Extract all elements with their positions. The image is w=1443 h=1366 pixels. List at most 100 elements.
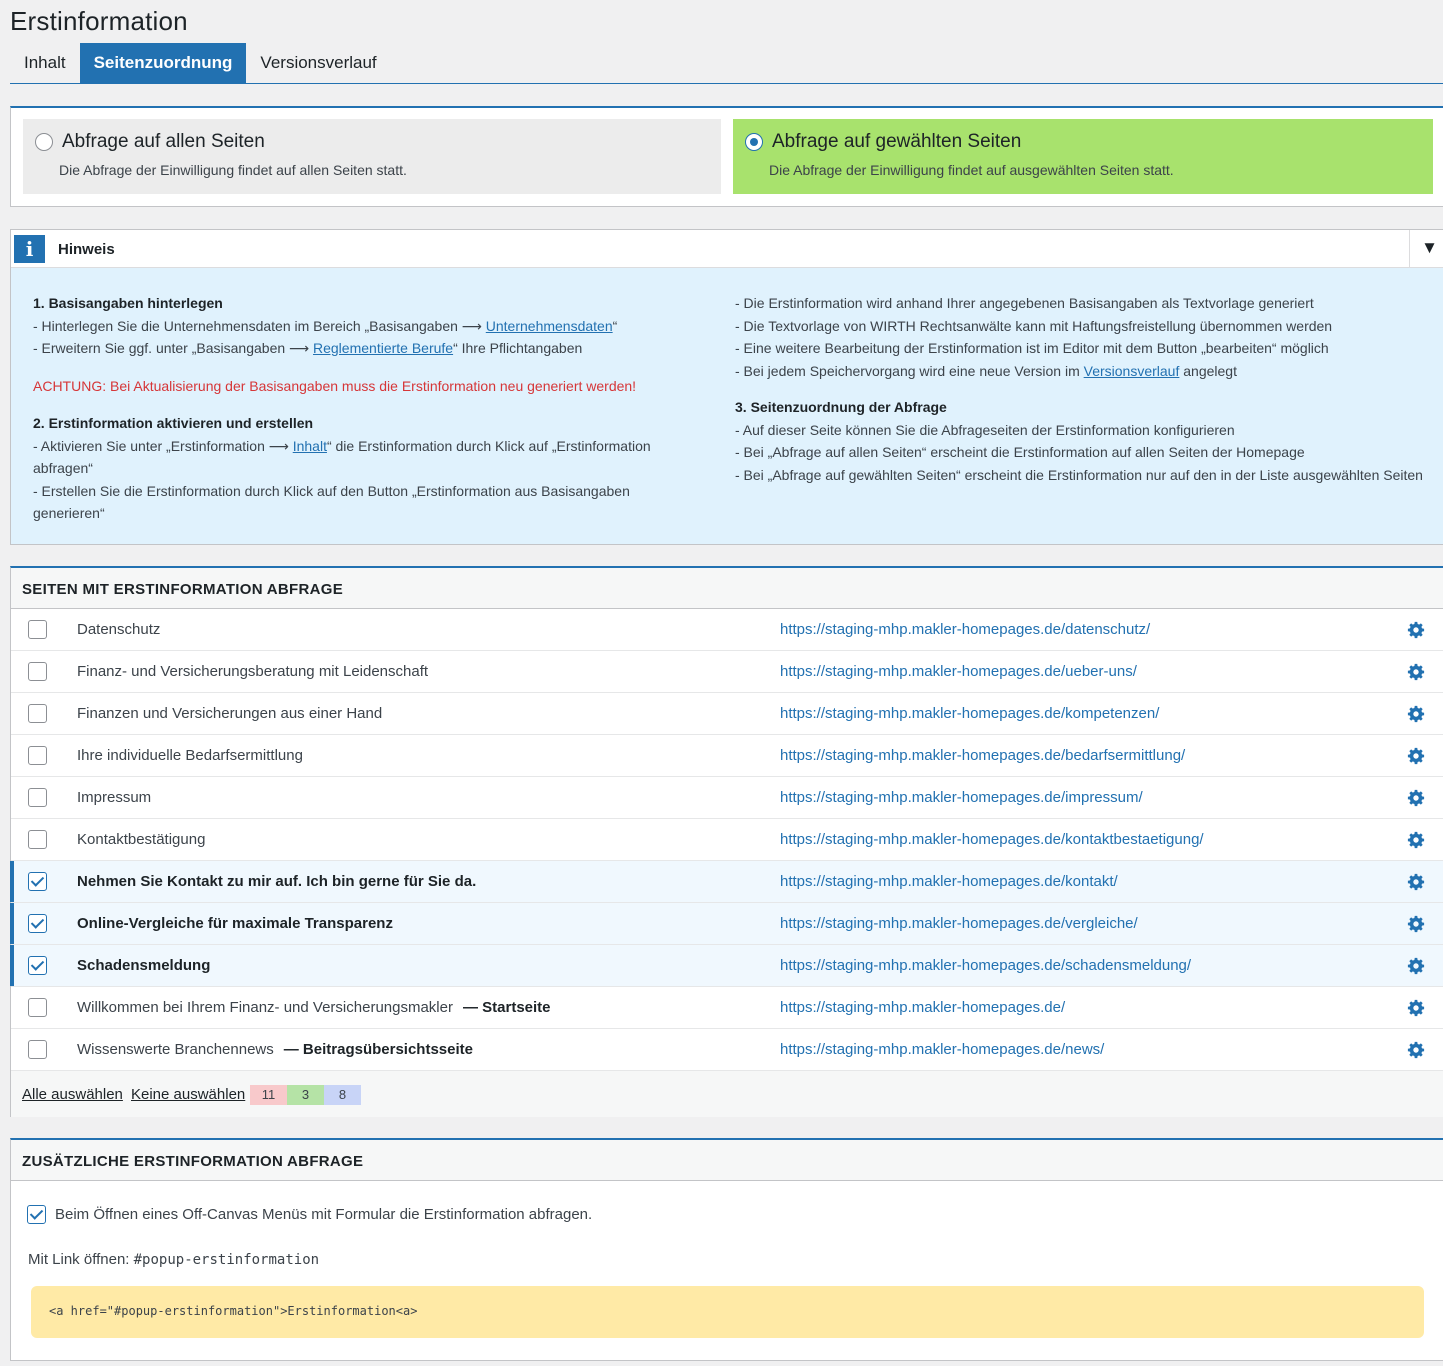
count-unselected-badge: 8 — [324, 1085, 361, 1105]
offcanvas-option[interactable]: Beim Öffnen eines Off-Canvas Menüs mit F… — [11, 1181, 1443, 1231]
row-url-link[interactable]: https://staging-mhp.makler-homepages.de/… — [780, 831, 1204, 848]
row-checkbox[interactable] — [28, 704, 47, 723]
table-row[interactable]: Datenschutz https://staging-mhp.makler-ho… — [11, 609, 1443, 651]
row-url-link[interactable]: https://staging-mhp.makler-homepages.de/… — [780, 621, 1150, 638]
hint-warning: ACHTUNG: Bei Aktualisierung der Basisang… — [33, 377, 637, 394]
link-anchor: #popup-erstinformation — [133, 1252, 320, 1268]
gear-icon[interactable] — [1407, 831, 1425, 849]
inhalt-link[interactable]: Inhalt — [293, 438, 327, 454]
gear-icon[interactable] — [1407, 915, 1425, 933]
table-row[interactable]: Impressum https://staging-mhp.makler-home… — [11, 777, 1443, 819]
scope-selected-option[interactable]: Abfrage auf gewählten Seiten Die Abfrage… — [733, 119, 1433, 194]
collapse-toggle-icon[interactable]: ▼ — [1409, 230, 1443, 267]
page-title-text: Impressum — [77, 789, 152, 806]
hint-left-column: 1. Basisangaben hinterlegen - Hinterlege… — [33, 292, 701, 525]
row-url-link[interactable]: https://staging-mhp.makler-homepages.de/… — [780, 663, 1137, 680]
scope-all-label: Abfrage auf allen Seiten — [62, 131, 265, 152]
row-checkbox[interactable] — [28, 1040, 47, 1059]
gear-icon[interactable] — [1407, 999, 1425, 1017]
scope-selected-radio[interactable] — [745, 133, 763, 151]
row-checkbox[interactable] — [28, 788, 47, 807]
row-title: Impressum — [77, 789, 151, 806]
gear-icon[interactable] — [1407, 705, 1425, 723]
gear-icon[interactable] — [1407, 621, 1425, 639]
table-row[interactable]: Finanzen und Versicherungen aus einer Ha… — [11, 693, 1443, 735]
hint-text: - Die Textvorlage von WIRTH Rechtsanwält… — [735, 317, 1333, 334]
row-checkbox[interactable] — [28, 872, 47, 891]
tab-versionsverlauf[interactable]: Versionsverlauf — [246, 43, 390, 83]
table-row[interactable]: Wissenswerte Branchennews — Beitragsübers… — [11, 1029, 1443, 1071]
hint-step3-title: 3. Seitenzuordnung der Abfrage — [735, 399, 947, 415]
gear-icon[interactable] — [1407, 873, 1425, 891]
pages-section-title: SEITEN MIT ERSTINFORMATION ABFRAGE — [11, 568, 1443, 609]
table-row[interactable]: Ihre individuelle Bedarfsermittlung https… — [11, 735, 1443, 777]
row-url-link[interactable]: https://staging-mhp.makler-homepages.de/… — [780, 873, 1118, 890]
hint-text: “ — [612, 317, 618, 334]
table-row[interactable]: Schadensmeldung https://staging-mhp.makle… — [10, 945, 1443, 987]
hint-text: - Bei „Abfrage auf gewählten Seiten“ ers… — [735, 466, 1423, 483]
page-title-text: Finanzen und Versicherungen aus einer Ha… — [77, 705, 383, 722]
hint-title: Hinweis — [58, 241, 115, 258]
row-checkbox[interactable] — [28, 830, 47, 849]
hint-text: - Erweitern Sie ggf. unter „Basisangaben… — [33, 340, 313, 356]
hint-header[interactable]: i Hinweis ▼ — [11, 230, 1443, 268]
hint-text: - Bei jedem Speichervorgang wird eine ne… — [735, 362, 1084, 379]
table-row[interactable]: Nehmen Sie Kontakt zu mir auf. Ich bin g… — [10, 861, 1443, 903]
select-none-link[interactable]: Keine auswählen — [131, 1086, 245, 1103]
row-url-link[interactable]: https://staging-mhp.makler-homepages.de/… — [780, 957, 1191, 974]
hint-text: - Die Erstinformation wird anhand Ihrer … — [735, 295, 1314, 311]
hint-text: angelegt — [1179, 362, 1237, 379]
scope-all-desc: Die Abfrage der Einwilligung findet auf … — [59, 162, 407, 178]
offcanvas-checkbox[interactable] — [27, 1204, 46, 1224]
hint-body: 1. Basisangaben hinterlegen - Hinterlege… — [11, 268, 1443, 544]
hint-text: - Hinterlegen Sie die Unternehmensdaten … — [33, 317, 486, 334]
gear-icon[interactable] — [1407, 789, 1425, 807]
row-url-link[interactable]: https://staging-mhp.makler-homepages.de/… — [780, 1041, 1104, 1058]
scope-all-radio[interactable] — [35, 133, 53, 151]
table-row[interactable]: Willkommen bei Ihrem Finanz- und Versich… — [11, 987, 1443, 1029]
row-url-link[interactable]: https://staging-mhp.makler-homepages.de/… — [780, 915, 1138, 932]
select-all-link[interactable]: Alle auswählen — [22, 1086, 123, 1103]
page-title: Erstinformation — [10, 6, 188, 36]
page-title-text: Datenschutz — [77, 621, 161, 638]
row-url-link[interactable]: https://staging-mhp.makler-homepages.de/… — [780, 789, 1143, 806]
gear-icon[interactable] — [1407, 957, 1425, 975]
info-icon: i — [14, 235, 45, 263]
count-total-badge: 11 — [250, 1085, 287, 1105]
row-title: Kontaktbestätigung — [77, 831, 205, 848]
row-title: Willkommen bei Ihrem Finanz- und Versich… — [77, 999, 551, 1016]
versionsverlauf-link[interactable]: Versionsverlauf — [1084, 363, 1180, 379]
tab-seitenzuordnung[interactable]: Seitenzuordnung — [79, 43, 247, 83]
pages-panel: SEITEN MIT ERSTINFORMATION ABFRAGE Daten… — [10, 566, 1443, 1117]
row-checkbox[interactable] — [28, 746, 47, 765]
reglementierte-berufe-link[interactable]: Reglementierte Berufe — [313, 340, 453, 356]
gear-icon[interactable] — [1407, 663, 1425, 681]
row-url-link[interactable]: https://staging-mhp.makler-homepages.de/… — [780, 747, 1185, 764]
row-url-link[interactable]: https://staging-mhp.makler-homepages.de/ — [780, 999, 1065, 1016]
row-title: Online-Vergleiche für maximale Transpare… — [77, 915, 393, 932]
table-row[interactable]: Online-Vergleiche für maximale Transpare… — [10, 903, 1443, 945]
tab-inhalt[interactable]: Inhalt — [10, 43, 80, 83]
row-title: Ihre individuelle Bedarfsermittlung — [77, 747, 303, 764]
list-footer: Alle auswählen Keine auswählen 11 3 8 — [11, 1071, 1443, 1117]
hint-panel: i Hinweis ▼ 1. Basisangaben hinterlegen … — [10, 229, 1443, 545]
pages-list: Datenschutz https://staging-mhp.makler-ho… — [10, 609, 1443, 1071]
page-title-text: Online-Vergleiche für maximale Transpare… — [77, 915, 393, 932]
scope-all-option[interactable]: Abfrage auf allen Seiten Die Abfrage der… — [23, 119, 721, 194]
page-title-text: Wissenswerte Branchennews — [77, 1041, 274, 1058]
unternehmensdaten-link[interactable]: Unternehmensdaten — [486, 318, 613, 334]
gear-icon[interactable] — [1407, 747, 1425, 765]
table-row[interactable]: Kontaktbestätigung https://staging-mhp.ma… — [11, 819, 1443, 861]
link-label: Mit Link öffnen: — [28, 1251, 134, 1268]
row-checkbox[interactable] — [28, 620, 47, 639]
page-type-suffix: — Beitragsübersichtsseite — [283, 1041, 474, 1058]
extra-section-title: ZUSÄTZLICHE ERSTINFORMATION ABFRAGE — [11, 1140, 1443, 1181]
row-checkbox[interactable] — [28, 998, 47, 1017]
table-row[interactable]: Finanz- und Versicherungsberatung mit Le… — [11, 651, 1443, 693]
scope-selected-label: Abfrage auf gewählten Seiten — [772, 131, 1022, 152]
row-checkbox[interactable] — [28, 662, 47, 681]
row-url-link[interactable]: https://staging-mhp.makler-homepages.de/… — [780, 705, 1159, 722]
row-checkbox[interactable] — [28, 914, 47, 933]
row-checkbox[interactable] — [28, 956, 47, 975]
gear-icon[interactable] — [1407, 1041, 1425, 1059]
